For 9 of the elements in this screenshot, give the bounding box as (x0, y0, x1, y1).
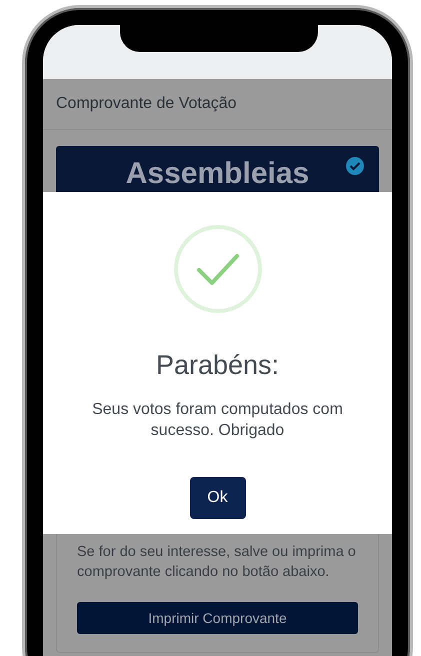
print-receipt-button[interactable]: Imprimir Comprovante (77, 602, 358, 634)
card-text: Se for do seu interesse, salve ou imprima o comprovante clicando no botão abaixo. (77, 543, 357, 582)
dialog-message: Seus votos foram computados com sucesso. Obrigado (91, 400, 344, 441)
dialog-title: Parabéns: (156, 350, 280, 381)
page-title: Comprovante de Votação (56, 95, 237, 113)
check-badge-icon (345, 156, 365, 176)
success-check-icon (172, 224, 262, 314)
logo-text: Assembleias (126, 158, 310, 192)
ok-button[interactable]: Ok (190, 477, 246, 519)
